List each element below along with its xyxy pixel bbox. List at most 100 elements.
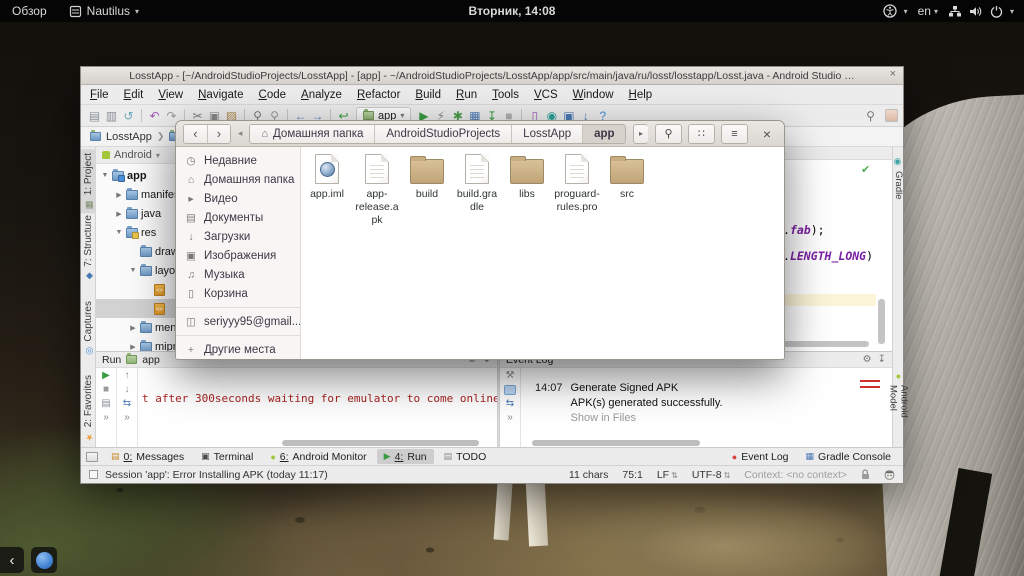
- sidebar-item-other-places[interactable]: + Другие места: [176, 340, 300, 359]
- tool-windows-quick-access-icon[interactable]: [86, 452, 98, 462]
- sidebar-item-google-account[interactable]: ◫ seriyyy95@gmail...: [176, 312, 300, 331]
- run-console[interactable]: t after 300seconds waiting for emulator …: [138, 368, 497, 447]
- sidebar-item-videos[interactable]: ▸ Видео: [176, 189, 300, 208]
- shell-app-button[interactable]: [31, 547, 57, 573]
- inspection-ok-icon[interactable]: ✔: [861, 163, 870, 176]
- breadcrumb-button[interactable]: AndroidStudioProjects: [375, 125, 512, 143]
- menu-button[interactable]: ≡: [721, 124, 748, 144]
- show-logcat-icon[interactable]: ▤: [101, 399, 110, 409]
- settings-wrench-icon[interactable]: ⚒: [506, 371, 515, 381]
- tree-expand-arrow[interactable]: ▶: [129, 324, 137, 332]
- tool-button-captures[interactable]: ◎ Captures: [81, 297, 96, 360]
- file-item[interactable]: libs: [502, 154, 552, 201]
- down-stack-icon[interactable]: ↓: [125, 385, 130, 395]
- sync-icon[interactable]: ↺: [120, 106, 137, 126]
- sidebar-separator[interactable]: [176, 307, 300, 308]
- tree-expand-arrow[interactable]: ▼: [115, 229, 123, 236]
- tool-button-structure[interactable]: ◆ 7: Structure: [81, 211, 96, 285]
- file-item[interactable]: proguard-rules.pro: [552, 154, 602, 214]
- app-menu[interactable]: Nautilus ▾: [59, 0, 149, 22]
- more-icon[interactable]: »: [103, 413, 109, 423]
- event-horizontal-scrollbar[interactable]: [532, 440, 700, 446]
- menu-item[interactable]: Analyze: [301, 89, 342, 101]
- grid-view-button[interactable]: ∷: [688, 124, 715, 144]
- open-icon[interactable]: ▤: [86, 106, 103, 126]
- breadcrumb-button[interactable]: ⌂ Домашняя папка: [250, 125, 375, 143]
- save-all-icon[interactable]: ▥: [103, 106, 120, 126]
- sidebar-item-downloads[interactable]: ↓ Загрузки: [176, 227, 300, 246]
- settings-icon[interactable]: ⇆: [123, 399, 131, 409]
- tree-expand-arrow[interactable]: ▶: [129, 343, 137, 351]
- forward-button[interactable]: ›: [207, 125, 230, 143]
- file-item[interactable]: app.iml: [302, 154, 352, 201]
- file-item[interactable]: app-release.apk: [352, 154, 402, 227]
- breadcrumb[interactable]: LosstApp: [106, 131, 152, 143]
- up-stack-icon[interactable]: ↑: [125, 371, 130, 381]
- console-horizontal-scrollbar[interactable]: [282, 440, 479, 446]
- event-log-content[interactable]: 14:07 Generate Signed APK APK(s) generat…: [521, 368, 892, 447]
- status-widget[interactable]: 75:1: [622, 469, 642, 481]
- hector-inspector-icon[interactable]: [884, 469, 895, 480]
- balloon-icon[interactable]: [504, 385, 516, 395]
- tool-button-android-model[interactable]: ● Android Model: [893, 367, 904, 447]
- menu-item[interactable]: VCS: [534, 89, 558, 101]
- sidebar-item-music[interactable]: ♫ Музыка: [176, 265, 300, 284]
- back-button[interactable]: ‹: [184, 125, 207, 143]
- nautilus-headerbar[interactable]: ‹ › ◂ ⌂ Домашняя папка AndroidStudioProj…: [176, 121, 784, 147]
- gear-icon[interactable]: ⚙: [863, 354, 872, 365]
- menu-item[interactable]: View: [158, 89, 183, 101]
- chevron-left-icon[interactable]: ‹: [0, 547, 24, 573]
- search-everywhere-icon[interactable]: ⚲: [862, 106, 879, 126]
- menu-item[interactable]: Build: [415, 89, 441, 101]
- tool-button-gradle[interactable]: ◉ Gradle: [893, 153, 904, 204]
- keyboard-layout-menu[interactable]: en ▾: [918, 4, 938, 18]
- tab-terminal[interactable]: ▣ Terminal: [194, 449, 260, 464]
- clock[interactable]: Вторник, 14:08: [469, 4, 556, 18]
- tree-expand-arrow[interactable]: ▼: [129, 267, 137, 274]
- tab-todo[interactable]: ▤ TODO: [437, 449, 494, 464]
- menu-item[interactable]: Help: [629, 89, 653, 101]
- tool-button-project[interactable]: ▦ 1: Project: [81, 149, 96, 213]
- editor-horizontal-scrollbar[interactable]: [783, 341, 869, 347]
- editor-vertical-scrollbar[interactable]: [878, 299, 885, 344]
- refresh-icon[interactable]: ⇆: [506, 399, 514, 409]
- path-extend-button[interactable]: ▸: [633, 124, 648, 144]
- tab-run[interactable]: ▶ 4: Run: [377, 449, 434, 464]
- search-button[interactable]: ⚲: [655, 124, 682, 144]
- menu-item[interactable]: Run: [456, 89, 477, 101]
- more-icon[interactable]: »: [124, 413, 130, 423]
- sidebar-item-trash[interactable]: ▯ Корзина: [176, 284, 300, 303]
- sidebar-item-home[interactable]: ⌂ Домашняя папка: [176, 170, 300, 189]
- more-icon[interactable]: »: [507, 413, 513, 423]
- sidebar-item-pictures[interactable]: ▣ Изображения: [176, 246, 300, 265]
- accessibility-menu[interactable]: ▾: [883, 4, 908, 18]
- tree-expand-arrow[interactable]: ▶: [115, 210, 123, 218]
- tree-expand-arrow[interactable]: ▼: [101, 172, 109, 179]
- menu-item[interactable]: Code: [259, 89, 287, 101]
- avatar[interactable]: [885, 109, 898, 122]
- close-window-button[interactable]: ×: [890, 68, 896, 80]
- file-view[interactable]: app.iml app-release.apk build: [301, 147, 784, 359]
- file-item[interactable]: build.gradle: [452, 154, 502, 214]
- system-status-menu[interactable]: ▾: [948, 5, 1014, 18]
- menu-item[interactable]: Refactor: [357, 89, 400, 101]
- status-icon[interactable]: [89, 470, 98, 479]
- tab-android-monitor[interactable]: ● 6: Android Monitor: [263, 449, 373, 464]
- sidebar-separator[interactable]: [176, 335, 300, 336]
- lock-icon[interactable]: [861, 469, 870, 480]
- sidebar-item-documents[interactable]: ▤ Документы: [176, 208, 300, 227]
- breadcrumb-button[interactable]: LosstApp: [512, 125, 583, 143]
- project-view-selector[interactable]: Android: [114, 149, 152, 161]
- dock-icon[interactable]: ↧: [878, 354, 886, 365]
- activities-button[interactable]: Обзор: [0, 0, 59, 22]
- path-scroll-left-icon[interactable]: ◂: [238, 128, 243, 139]
- tree-expand-arrow[interactable]: ▶: [115, 191, 123, 199]
- file-item[interactable]: build: [402, 154, 452, 201]
- file-item[interactable]: src: [602, 154, 652, 201]
- menu-item[interactable]: Window: [573, 89, 614, 101]
- menu-item[interactable]: File: [90, 89, 109, 101]
- event-link[interactable]: Show in Files: [571, 412, 636, 424]
- menu-item[interactable]: Navigate: [198, 89, 243, 101]
- status-widget[interactable]: LF: [657, 469, 678, 481]
- undo-icon[interactable]: ↶: [146, 106, 163, 126]
